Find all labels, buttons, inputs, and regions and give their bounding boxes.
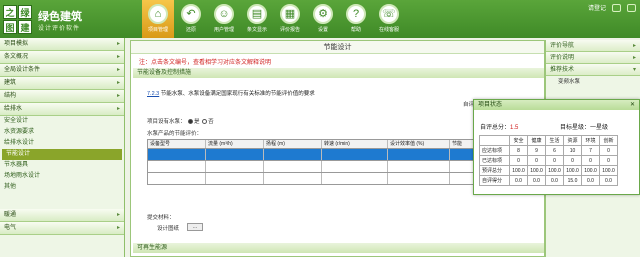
evaluation-nav-tab[interactable]: 评价导航 ▸ bbox=[546, 40, 640, 52]
chevron-icon: ▸ bbox=[632, 55, 636, 61]
upload-button[interactable]: ... bbox=[187, 223, 203, 231]
sidebar-section[interactable]: 项目模拟 bbox=[0, 38, 124, 51]
clause-row: 7.2.3 节能水泵、水泵设备满足国家现行有关标准的节能评价值的要求 bbox=[147, 89, 315, 97]
report-icon: ▦ bbox=[280, 4, 300, 24]
status-header-row: 安全 健康 生活 资源 环境 创新 bbox=[479, 135, 618, 146]
recommended-tech-tab[interactable]: 推荐技术 ▾ bbox=[546, 64, 640, 76]
sidebar-section[interactable]: 全局设计条件 bbox=[0, 64, 124, 77]
section-header[interactable]: 节能设备及控制措施 bbox=[133, 68, 544, 78]
chevron-icon: ▾ bbox=[632, 67, 636, 73]
status-row: 预评总分 100.0 100.0 100.0 100.0 100.0 100.0 bbox=[479, 165, 618, 176]
nav-label: 还原 bbox=[185, 27, 196, 33]
status-row: 已达标项 00 00 00 bbox=[479, 155, 618, 166]
nav-help[interactable]: ? 帮助 bbox=[340, 0, 372, 38]
sidebar-section[interactable]: 电气 bbox=[0, 222, 124, 235]
pump-question: 项目设有水泵： 是 否 bbox=[147, 119, 214, 125]
main-nav: ⌂ 项目管理 ↶ 还原 ☺ 用户管理 ▤ 条文显示 ▦ 评价报告 ⚙ 设置 ? … bbox=[142, 0, 406, 38]
logo-char: 之 bbox=[3, 5, 17, 19]
recommended-link[interactable]: 变频水泵 bbox=[546, 76, 640, 88]
sidebar-subitem-selected[interactable]: 节能设计 bbox=[2, 149, 122, 160]
radio-no-label: 否 bbox=[208, 119, 214, 125]
sidebar-subitem[interactable]: 节水器具 bbox=[0, 160, 124, 171]
status-row: 应达标项 89 6 10 70 bbox=[479, 145, 618, 156]
nav-undo[interactable]: ↶ 还原 bbox=[175, 0, 207, 38]
app-title: 绿色建筑 bbox=[38, 11, 82, 23]
app-header: 之 绿 图 建 绿色建筑 设计评价软件 ⌂ 项目管理 ↶ 还原 ☺ 用户管理 ▤… bbox=[0, 0, 640, 38]
clause-text: 节能水泵、水泵设备满足国家现行有关标准的节能评价值的要求 bbox=[160, 91, 315, 97]
users-icon: ☺ bbox=[214, 4, 234, 24]
undo-icon: ↶ bbox=[181, 4, 201, 24]
minimize-button[interactable] bbox=[612, 3, 621, 12]
help-icon: ? bbox=[346, 4, 366, 24]
nav-label: 帮助 bbox=[350, 27, 361, 33]
design-drawing-label: 设计图纸 bbox=[157, 226, 180, 232]
column-header: 流量 (m³/h) bbox=[206, 140, 264, 148]
nav-online-service[interactable]: ☏ 在线客服 bbox=[373, 0, 405, 38]
nav-label: 设置 bbox=[317, 27, 328, 33]
nav-project-management[interactable]: ⌂ 项目管理 bbox=[142, 0, 174, 38]
clause-note: 注：点击条文编号，查看相学习对应条文解释说明 bbox=[139, 60, 272, 66]
sidebar-section[interactable]: 条文概况 bbox=[0, 51, 124, 64]
close-button[interactable] bbox=[627, 3, 636, 12]
nav-label: 评价报告 bbox=[279, 27, 300, 33]
header-right: 请登记 bbox=[588, 3, 636, 12]
column-header: 转速 (r/min) bbox=[322, 140, 388, 148]
nav-label: 条文显示 bbox=[246, 27, 267, 33]
radio-yes[interactable] bbox=[188, 119, 194, 125]
project-status-panel: 项目状态 ✕ 自评总分：1.5 目标星级：一星级 安全 健康 生活 资源 环境 … bbox=[473, 99, 640, 195]
sidebar-section[interactable]: 给排水 bbox=[0, 103, 124, 116]
nav-user-management[interactable]: ☺ 用户管理 bbox=[208, 0, 240, 38]
nav-clause-display[interactable]: ▤ 条文显示 bbox=[241, 0, 273, 38]
section-header[interactable]: 可再生能源 bbox=[133, 243, 544, 253]
document-icon: ▤ bbox=[247, 4, 267, 24]
self-score-summary: 自评总分：1.5 bbox=[480, 125, 519, 131]
status-table: 安全 健康 生活 资源 环境 创新 应达标项 89 6 10 70 已达标项 00… bbox=[479, 135, 618, 186]
sidebar-section[interactable]: 建筑 bbox=[0, 77, 124, 90]
sidebar-subitem[interactable]: 安全设计 bbox=[0, 116, 124, 127]
status-title[interactable]: 项目状态 ✕ bbox=[474, 100, 639, 110]
sidebar-subitem[interactable]: 其他 bbox=[0, 182, 124, 193]
close-icon[interactable]: ✕ bbox=[630, 100, 635, 110]
radio-yes-label: 是 bbox=[194, 119, 200, 125]
status-row: 自评得分 0.0 0.0 0.0 15.0 0.0 0.0 bbox=[479, 175, 618, 186]
logo-char: 绿 bbox=[18, 5, 32, 19]
nav-evaluation-report[interactable]: ▦ 评价报告 bbox=[274, 0, 306, 38]
app-subtitle: 设计评价软件 bbox=[38, 26, 81, 32]
left-sidebar: 项目模拟 条文概况 全局设计条件 建筑 结构 给排水 安全设计 水资源要求 给排… bbox=[0, 38, 125, 257]
nav-label: 项目管理 bbox=[147, 27, 168, 33]
attach-label: 提交材料： bbox=[147, 215, 175, 221]
house-icon: ⌂ bbox=[148, 4, 168, 24]
nav-label: 在线客服 bbox=[378, 27, 399, 33]
sidebar-subitem[interactable]: 水资源要求 bbox=[0, 127, 124, 138]
column-header: 设备型号 bbox=[148, 140, 206, 148]
app-logo: 之 绿 图 建 bbox=[3, 5, 33, 35]
column-header: 设计效率值 (%) bbox=[388, 140, 450, 148]
target-star-summary: 目标星级：一星级 bbox=[560, 125, 609, 131]
sidebar-subitem[interactable]: 场地雨水设计 bbox=[0, 171, 124, 182]
user-label[interactable]: 请登记 bbox=[588, 3, 606, 12]
page-title: 节能设计 bbox=[131, 41, 544, 54]
nav-settings[interactable]: ⚙ 设置 bbox=[307, 0, 339, 38]
evaluation-notes-tab[interactable]: 评价说明 ▸ bbox=[546, 52, 640, 64]
logo-char: 图 bbox=[3, 20, 17, 34]
gear-icon: ⚙ bbox=[313, 4, 333, 24]
sidebar-section[interactable]: 结构 bbox=[0, 90, 124, 103]
radio-no[interactable] bbox=[202, 119, 208, 125]
chat-icon: ☏ bbox=[379, 4, 399, 24]
sidebar-section[interactable]: 暖通 bbox=[0, 209, 124, 222]
logo-char: 建 bbox=[18, 20, 32, 34]
nav-label: 用户管理 bbox=[213, 27, 234, 33]
chevron-icon: ▸ bbox=[632, 43, 636, 49]
column-header: 扬程 (m) bbox=[264, 140, 322, 148]
clause-link[interactable]: 7.2.3 bbox=[147, 91, 159, 97]
product-label: 水泵产品的节能评价： bbox=[147, 131, 203, 137]
sidebar-subitem[interactable]: 给排水设计 bbox=[0, 138, 124, 149]
